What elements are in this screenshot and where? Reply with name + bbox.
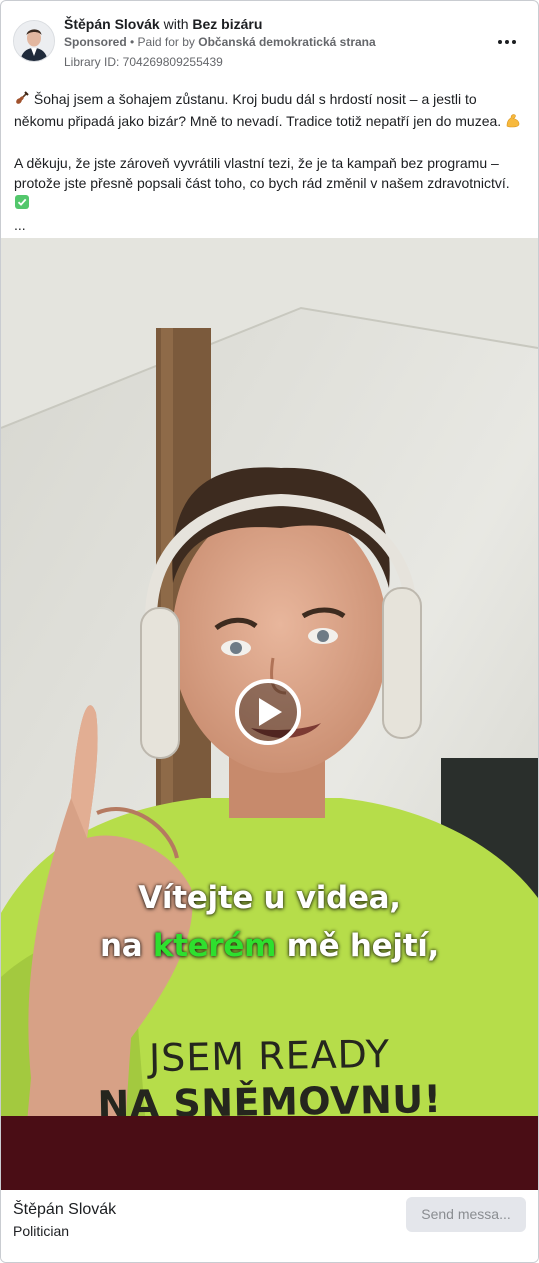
sponsored-label: Sponsored [64,35,127,49]
post-title: Štěpán Slovák with Bez bizáru [64,15,262,33]
post-header: Štěpán Slovák with Bez bizáru Sponsored … [1,1,538,77]
author-avatar[interactable] [13,20,55,62]
shirt-print-line-1: JSEM READY [148,1031,391,1081]
ad-footer: Štěpán Slovák Politician Send messa... [1,1190,538,1262]
with-word: with [163,16,189,32]
ad-body-text: Šohaj jsem a šohajem zůstanu. Kroj budu … [14,89,526,235]
subtitle-text-pre: na [99,928,153,964]
subtitle-highlight-word: kterém [152,928,277,964]
author-name[interactable]: Štěpán Slovák [64,16,160,32]
video-subtitle-line-2: na kterém mě hejtí, [1,928,538,964]
video-player[interactable]: Vítejte u videa, na kterém mě hejtí, JSE… [1,238,538,1190]
ad-card: Štěpán Slovák with Bez bizáru Sponsored … [0,0,539,1263]
video-subtitle-line-1: Vítejte u videa, [138,880,401,916]
subtitle-text-post: mě hejtí, [276,928,440,964]
body-paragraph-1: Šohaj jsem a šohajem zůstanu. Kroj budu … [14,89,526,133]
coauthor-name[interactable]: Bez bizáru [192,16,262,32]
violin-icon [14,90,30,111]
send-message-button[interactable]: Send messa... [406,1197,526,1232]
library-id: Library ID: 704269809255439 [64,55,223,69]
play-icon[interactable] [235,679,301,745]
body-paragraph-2-text: A děkuju, že jste zároveň vyvrátili vlas… [14,155,510,191]
body-paragraph-2: A děkuju, že jste zároveň vyvrátili vlas… [14,153,526,215]
paid-for-label: Paid for by [137,35,199,49]
see-more-ellipsis[interactable]: ... [14,215,526,235]
check-mark-button-icon [14,194,30,215]
body-paragraph-1-text: Šohaj jsem a šohajem zůstanu. Kroj budu … [14,91,502,129]
more-options-icon[interactable] [492,31,522,53]
meta-separator: • [126,35,138,49]
flexed-biceps-icon [505,112,521,133]
video-controls-bar[interactable] [1,1116,538,1190]
payer-name[interactable]: Občanská demokratická strana [198,35,375,49]
footer-page-name[interactable]: Štěpán Slovák [13,1200,116,1220]
sponsor-line: Sponsored • Paid for by Občanská demokra… [64,34,376,50]
footer-page-category: Politician [13,1223,70,1239]
